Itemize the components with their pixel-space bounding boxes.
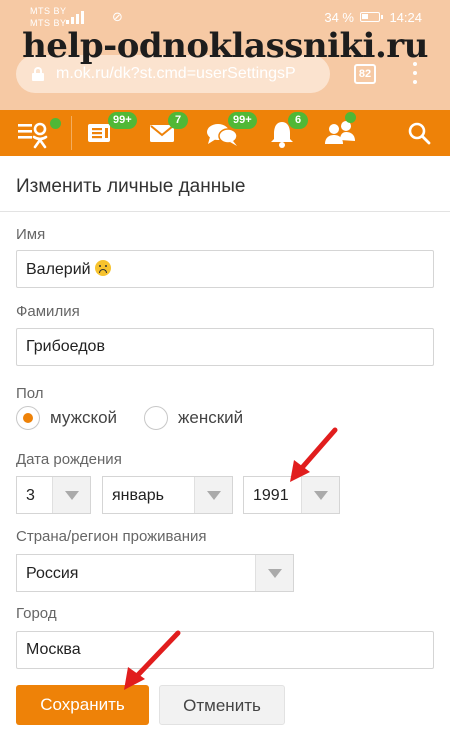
country-value: Россия — [26, 565, 79, 582]
battery-icon — [360, 12, 383, 22]
battery-percent: 34 % — [324, 10, 354, 25]
notifications-icon[interactable]: 6 — [268, 110, 318, 156]
cancel-button[interactable]: Отменить — [159, 685, 285, 725]
city-value: Москва — [26, 641, 81, 658]
ok-logo-icon[interactable] — [0, 110, 71, 156]
first-name-field[interactable]: Валерий — [16, 250, 434, 288]
feed-icon[interactable]: 99+ — [84, 110, 144, 156]
last-name-value: Грибоедов — [26, 338, 105, 355]
gender-male-label: мужской — [50, 408, 118, 427]
discussions-icon[interactable]: 99+ — [204, 110, 264, 156]
ok-toolbar: 99+ 7 99+ 6 — [0, 110, 450, 156]
discussions-badge: 99+ — [228, 112, 257, 129]
settings-form: Изменить личные данные Имя Валерий Фамил… — [0, 156, 450, 731]
first-name-label: Имя — [16, 226, 46, 243]
status-time: 14:24 — [389, 10, 422, 25]
divider — [0, 211, 450, 212]
last-name-field[interactable]: Грибоедов — [16, 328, 434, 366]
no-sim-icon: ⊘ — [112, 9, 123, 24]
chevron-down-icon — [52, 477, 90, 513]
toolbar-divider — [71, 116, 72, 150]
signal-icon — [66, 10, 86, 24]
search-icon[interactable] — [400, 110, 440, 156]
last-name-label: Фамилия — [16, 303, 80, 320]
upside-down-face-icon — [94, 260, 111, 276]
tabs-switcher-button[interactable]: 82 — [354, 64, 376, 84]
birth-day-select[interactable]: 3 — [16, 476, 91, 514]
chevron-down-icon — [301, 477, 339, 513]
city-label: Город — [16, 605, 57, 622]
save-button[interactable]: Сохранить — [16, 685, 149, 725]
feed-badge: 99+ — [108, 112, 137, 129]
notifications-badge: 6 — [288, 112, 308, 129]
birth-year-select[interactable]: 1991 — [243, 476, 340, 514]
city-field[interactable]: Москва — [16, 631, 434, 669]
birth-month-value: январь — [112, 487, 164, 504]
birth-month-select[interactable]: январь — [102, 476, 233, 514]
messages-badge: 7 — [168, 112, 188, 129]
radio-unchecked-icon — [144, 406, 168, 430]
gender-female-label: женский — [178, 408, 244, 427]
lock-icon — [32, 67, 44, 81]
page-title: Изменить личные данные — [16, 176, 246, 197]
birthdate-label: Дата рождения — [16, 451, 122, 468]
first-name-value: Валерий — [26, 260, 111, 279]
carrier-label: MTS BY — [30, 6, 67, 16]
birth-year-value: 1991 — [253, 487, 289, 504]
chevron-down-icon — [255, 555, 293, 591]
birth-day-value: 3 — [26, 487, 35, 504]
country-label: Страна/регион проживания — [16, 528, 207, 545]
friends-icon[interactable] — [322, 110, 362, 156]
messages-icon[interactable]: 7 — [148, 110, 198, 156]
country-select[interactable]: Россия — [16, 554, 294, 592]
chevron-down-icon — [194, 477, 232, 513]
radio-checked-icon — [16, 406, 40, 430]
url-text: m.ok.ru/dk?st.cmd=userSettingsP — [56, 65, 296, 82]
watermark: help-odnoklassniki.ru — [22, 26, 428, 66]
gender-label: Пол — [16, 385, 44, 402]
